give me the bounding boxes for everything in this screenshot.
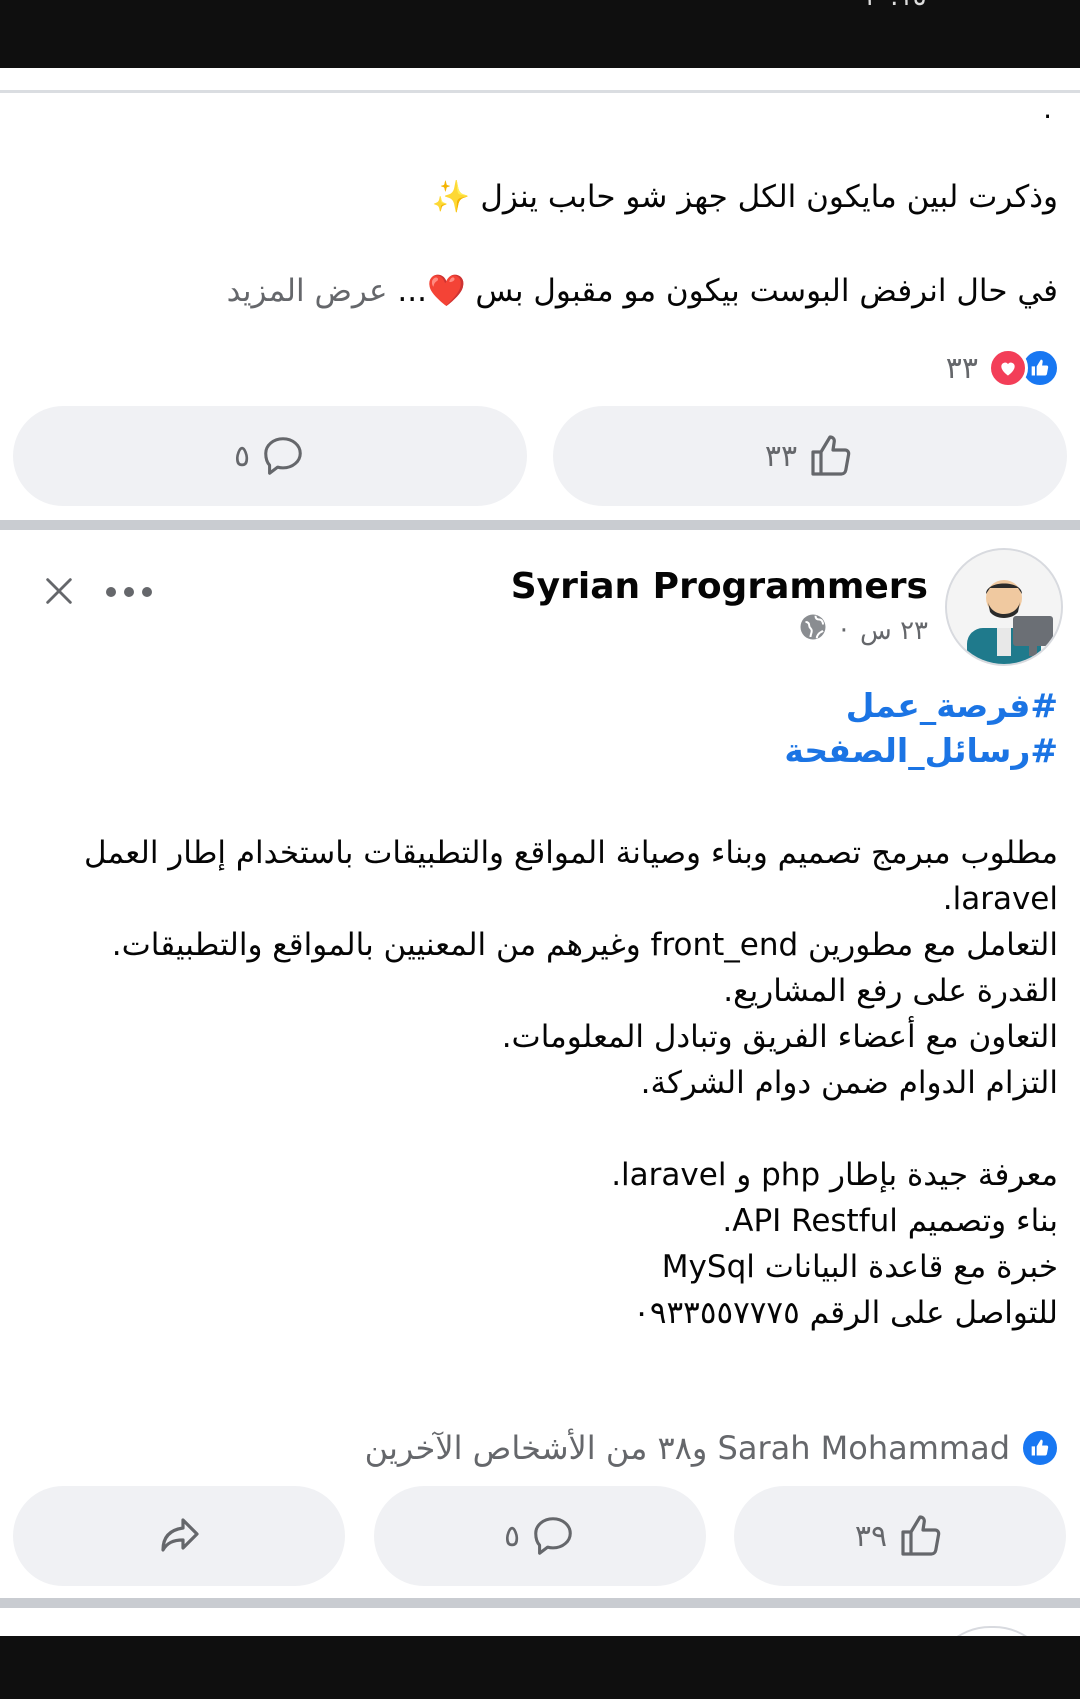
post-body-line: [58, 1106, 1058, 1152]
reactions-text: Sarah Mohammad و٣٨ من الأشخاص الآخرين: [364, 1429, 1010, 1467]
post-text-line: في حال انرفض البوست بيكون مو مقبول بس ❤️…: [227, 272, 1058, 309]
page-name[interactable]: Syrian Programmers: [511, 566, 928, 607]
post-body-line: التزام الدوام ضمن دوام الشركة.: [640, 1065, 1058, 1101]
post-body: مطلوب مبرمج تصميم وبناء وصيانة المواقع و…: [58, 830, 1058, 1336]
more-icon[interactable]: [106, 584, 152, 600]
see-more-link[interactable]: عرض المزيد: [227, 273, 388, 309]
hashtag-link[interactable]: #رسائل_الصفحة: [784, 731, 1058, 770]
post-time[interactable]: ٢٣ س: [860, 616, 928, 646]
comment-count: ٥: [503, 1518, 521, 1554]
status-time: ١٠:١٥: [862, 0, 927, 12]
post-body-line: معرفة جيدة بإطار php و laravel.: [611, 1157, 1058, 1193]
comment-count: ٥: [233, 438, 251, 474]
post-separator: [0, 520, 1080, 530]
comment-icon: [530, 1513, 576, 1559]
meta-separator: ·: [839, 615, 849, 646]
post-text-dot: .: [1043, 92, 1052, 125]
post-body-line: خبرة مع قاعدة البيانات MySql: [661, 1249, 1058, 1285]
post-body-line: مطلوب مبرمج تصميم وبناء وصيانة المواقع و…: [84, 835, 1058, 917]
avatar[interactable]: [945, 548, 1063, 666]
comment-button[interactable]: ٥: [374, 1486, 706, 1586]
heart-icon: [988, 348, 1028, 388]
hashtag-link[interactable]: #فرصة_عمل: [846, 686, 1058, 725]
reaction-summary[interactable]: ٣٣: [946, 346, 1060, 390]
like-button[interactable]: ٣٣: [553, 406, 1067, 506]
post-body-line: القدرة على رفع المشاريع.: [723, 973, 1058, 1009]
thumbs-up-icon: [807, 432, 855, 480]
like-button[interactable]: ٣٩: [734, 1486, 1066, 1586]
globe-icon: [798, 612, 828, 649]
status-bar: ١٠:١٥: [0, 0, 1080, 68]
comment-button[interactable]: ٥: [13, 406, 527, 506]
post-text-truncated: في حال انرفض البوست بيكون مو مقبول بس ❤️…: [397, 273, 1058, 309]
thumbs-up-icon: [897, 1512, 945, 1560]
comment-icon: [260, 433, 306, 479]
post-separator: [0, 1598, 1080, 1608]
share-button[interactable]: [13, 1486, 345, 1586]
post-body-line: بناء وتصميم API Restful.: [722, 1203, 1058, 1239]
post-body-line: التعامل مع مطورين front_end وغيرهم من ال…: [111, 927, 1058, 963]
post-meta: ٢٣ س ·: [798, 612, 928, 649]
reaction-summary[interactable]: Sarah Mohammad و٣٨ من الأشخاص الآخرين: [365, 1424, 1060, 1472]
post-body-line: التعاون مع أعضاء الفريق وتبادل المعلومات…: [501, 1019, 1058, 1055]
post-body-line: للتواصل على الرقم ٠٩٣٣٥٥٧٧٧٥: [633, 1295, 1058, 1331]
like-count: ٣٩: [854, 1518, 888, 1554]
navigation-bar: [0, 1636, 1080, 1699]
reaction-count: ٣٣: [945, 350, 978, 386]
divider: [0, 90, 1080, 93]
close-icon[interactable]: [42, 574, 76, 612]
share-icon: [155, 1512, 203, 1560]
like-reaction-icon: [1020, 1428, 1060, 1468]
like-count: ٣٣: [764, 438, 798, 474]
post-text-line: وذكرت لبين مايكون الكل جهز شو حابب ينزل …: [431, 179, 1058, 215]
